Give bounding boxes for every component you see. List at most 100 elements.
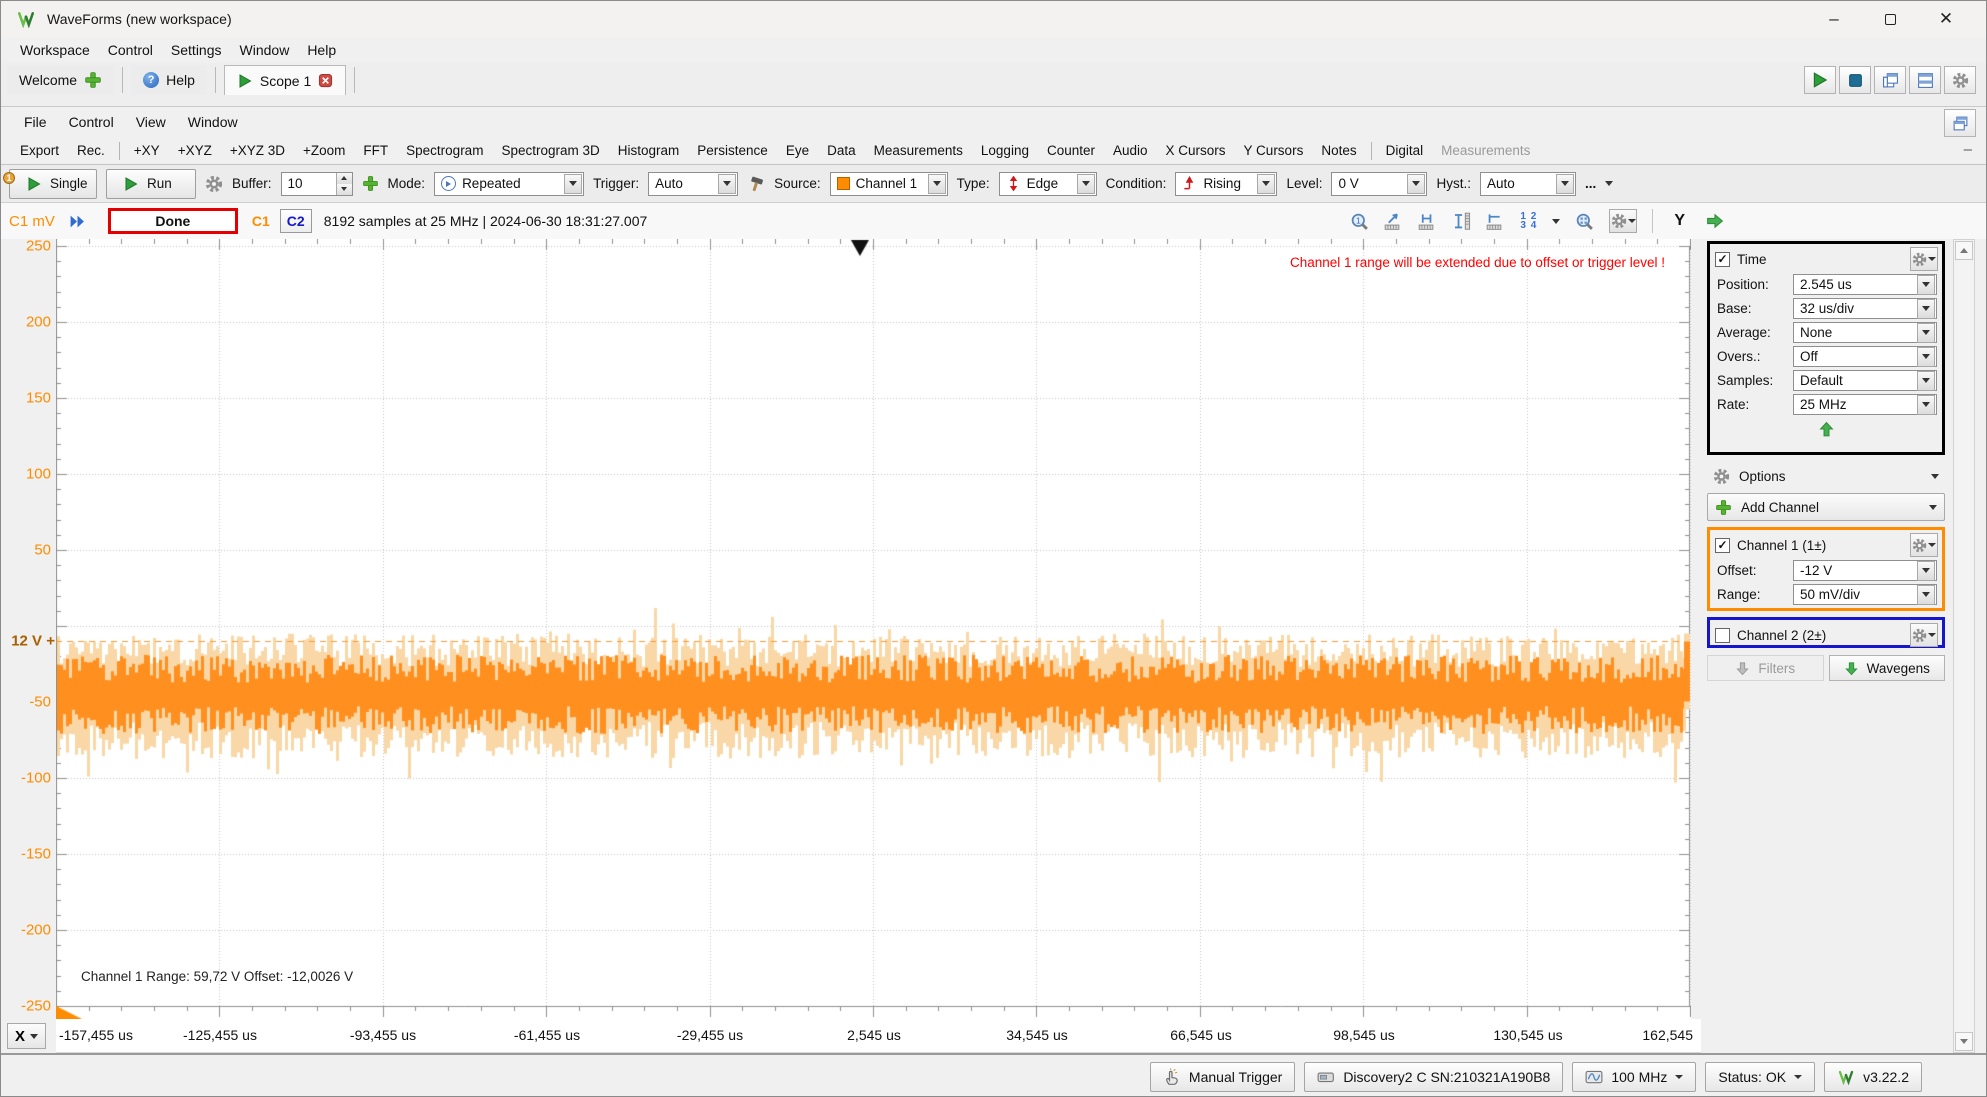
frequency-button[interactable]: 100 MHz <box>1572 1062 1696 1092</box>
channel1-checkbox[interactable]: ✓ <box>1715 538 1730 553</box>
oversampling-select[interactable]: Off <box>1793 346 1937 367</box>
toolbar-histogram[interactable]: Histogram <box>609 143 689 158</box>
time-settings-button[interactable] <box>1910 247 1938 271</box>
config-panel-scrollbar[interactable] <box>1953 239 1975 1053</box>
scope-menu-control[interactable]: Control <box>58 112 125 132</box>
menu-settings[interactable]: Settings <box>162 40 231 60</box>
rate-select[interactable]: 25 MHz <box>1793 394 1937 415</box>
collapse-toolbar-icon[interactable]: – <box>1964 141 1972 158</box>
undock-scope-button[interactable] <box>1944 109 1976 137</box>
menu-window[interactable]: Window <box>231 40 299 60</box>
scope-menu-file[interactable]: File <box>13 112 58 132</box>
buffer-spinner[interactable]: 10 <box>281 172 353 196</box>
horizontal-measure-icon[interactable] <box>1418 212 1437 231</box>
dropdown-icon[interactable] <box>1917 275 1935 295</box>
scroll-down-button[interactable] <box>1955 1032 1973 1051</box>
title-bar[interactable]: WaveForms (new workspace) – ✕ <box>1 1 1986 37</box>
toolbar-add-xyz[interactable]: +XYZ <box>169 143 221 158</box>
source-dropdown-icon[interactable] <box>928 174 946 194</box>
toolbar-export[interactable]: Export <box>11 143 68 158</box>
dropdown-icon[interactable] <box>1917 323 1935 343</box>
cascade-windows-button[interactable] <box>1874 66 1906 94</box>
expand-right-panel-icon[interactable] <box>1706 212 1724 230</box>
wavegens-button[interactable]: Wavegens <box>1829 655 1946 681</box>
toolbar-rec[interactable]: Rec. <box>68 143 114 158</box>
dropdown-icon[interactable] <box>1917 585 1935 605</box>
tile-windows-button[interactable] <box>1909 66 1941 94</box>
dropdown-icon[interactable] <box>1917 347 1935 367</box>
minimize-button[interactable]: – <box>1806 1 1862 37</box>
trigger-dropdown-icon[interactable] <box>718 174 736 194</box>
options-row[interactable]: Options <box>1707 463 1945 489</box>
plot-settings-button[interactable] <box>1609 209 1637 233</box>
condition-select[interactable]: Rising <box>1175 172 1277 196</box>
toolbar-persistence[interactable]: Persistence <box>688 143 777 158</box>
cursor-measure-icon[interactable] <box>1384 212 1403 231</box>
zoom-preset-icon[interactable] <box>1350 212 1369 231</box>
tab-scope-1[interactable]: Scope 1 <box>224 65 346 95</box>
level-select[interactable]: 0 V <box>1331 172 1427 196</box>
maximize-button[interactable] <box>1862 1 1918 37</box>
tab-help[interactable]: ? Help <box>131 65 207 95</box>
channel2-settings-button[interactable] <box>1910 623 1938 647</box>
toolbar-data[interactable]: Data <box>818 143 865 158</box>
menu-control[interactable]: Control <box>99 40 162 60</box>
stop-all-button[interactable] <box>1839 66 1871 94</box>
scope-menu-window[interactable]: Window <box>177 112 249 132</box>
more-trigger-options[interactable]: ... <box>1585 176 1596 191</box>
manual-trigger-button[interactable]: Manual Trigger <box>1150 1062 1295 1092</box>
toolbar-logging[interactable]: Logging <box>972 143 1038 158</box>
trigger-select[interactable]: Auto <box>648 172 738 196</box>
type-select[interactable]: Edge <box>999 172 1097 196</box>
level-measure-icon[interactable] <box>1486 212 1505 231</box>
channel2-toggle[interactable]: C2 <box>280 209 312 233</box>
toolbar-x-cursors[interactable]: X Cursors <box>1157 143 1235 158</box>
spin-down-icon[interactable] <box>337 184 352 195</box>
type-dropdown-icon[interactable] <box>1077 174 1095 194</box>
toolbar-spectrogram3d[interactable]: Spectrogram 3D <box>492 143 608 158</box>
version-button[interactable]: v3.22.2 <box>1824 1062 1922 1092</box>
average-select[interactable]: None <box>1793 322 1937 343</box>
toolbar-spectrogram[interactable]: Spectrogram <box>397 143 492 158</box>
run-button[interactable]: Run <box>106 169 196 199</box>
dropdown-icon[interactable] <box>1917 299 1935 319</box>
range-select[interactable]: 50 mV/div <box>1793 584 1937 605</box>
toolbar-counter[interactable]: Counter <box>1038 143 1104 158</box>
quick-measure-digits-icon[interactable]: 1 2 3 4 <box>1520 212 1537 230</box>
toolbar-audio[interactable]: Audio <box>1104 143 1157 158</box>
samples-select[interactable]: Default <box>1793 370 1937 391</box>
workspace-settings-button[interactable] <box>1944 66 1976 94</box>
time-checkbox[interactable]: ✓ <box>1715 252 1730 267</box>
vertical-measure-icon[interactable] <box>1452 212 1471 231</box>
channel2-checkbox[interactable] <box>1715 628 1730 643</box>
position-select[interactable]: 2.545 us <box>1793 274 1937 295</box>
add-acquisition-icon[interactable] <box>362 175 379 192</box>
device-button[interactable]: Discovery2 C SN:210321A190B8 <box>1304 1062 1563 1092</box>
add-instrument-icon[interactable] <box>84 71 102 89</box>
channel1-toggle[interactable]: C1 <box>252 213 270 229</box>
condition-dropdown-icon[interactable] <box>1257 174 1275 194</box>
y-axis-unit-label[interactable]: C1 mV <box>9 213 55 230</box>
hysteresis-dropdown-icon[interactable] <box>1556 174 1574 194</box>
tab-welcome[interactable]: Welcome <box>7 65 114 95</box>
zoom-grid-icon[interactable] <box>1575 212 1594 231</box>
toolbar-add-zoom[interactable]: +Zoom <box>294 143 354 158</box>
close-tab-icon[interactable] <box>318 73 333 88</box>
more-options-caret-icon[interactable] <box>1605 181 1613 186</box>
mode-dropdown-icon[interactable] <box>564 174 582 194</box>
dropdown-icon[interactable] <box>1917 371 1935 391</box>
hysteresis-select[interactable]: Auto <box>1480 172 1576 196</box>
base-select[interactable]: 32 us/div <box>1793 298 1937 319</box>
level-dropdown-icon[interactable] <box>1407 174 1425 194</box>
scope-menu-view[interactable]: View <box>125 112 177 132</box>
toolbar-fft[interactable]: FFT <box>354 143 397 158</box>
add-channel-button[interactable]: Add Channel <box>1707 493 1945 521</box>
buffer-value[interactable]: 10 <box>282 176 336 191</box>
spin-up-icon[interactable] <box>337 173 352 184</box>
toolbar-add-xy[interactable]: +XY <box>125 143 169 158</box>
toolbar-eye[interactable]: Eye <box>777 143 818 158</box>
measure-caret-icon[interactable] <box>1552 219 1560 224</box>
x-axis-button[interactable]: X <box>7 1023 46 1049</box>
close-button[interactable]: ✕ <box>1918 1 1974 37</box>
menu-help[interactable]: Help <box>298 40 345 60</box>
